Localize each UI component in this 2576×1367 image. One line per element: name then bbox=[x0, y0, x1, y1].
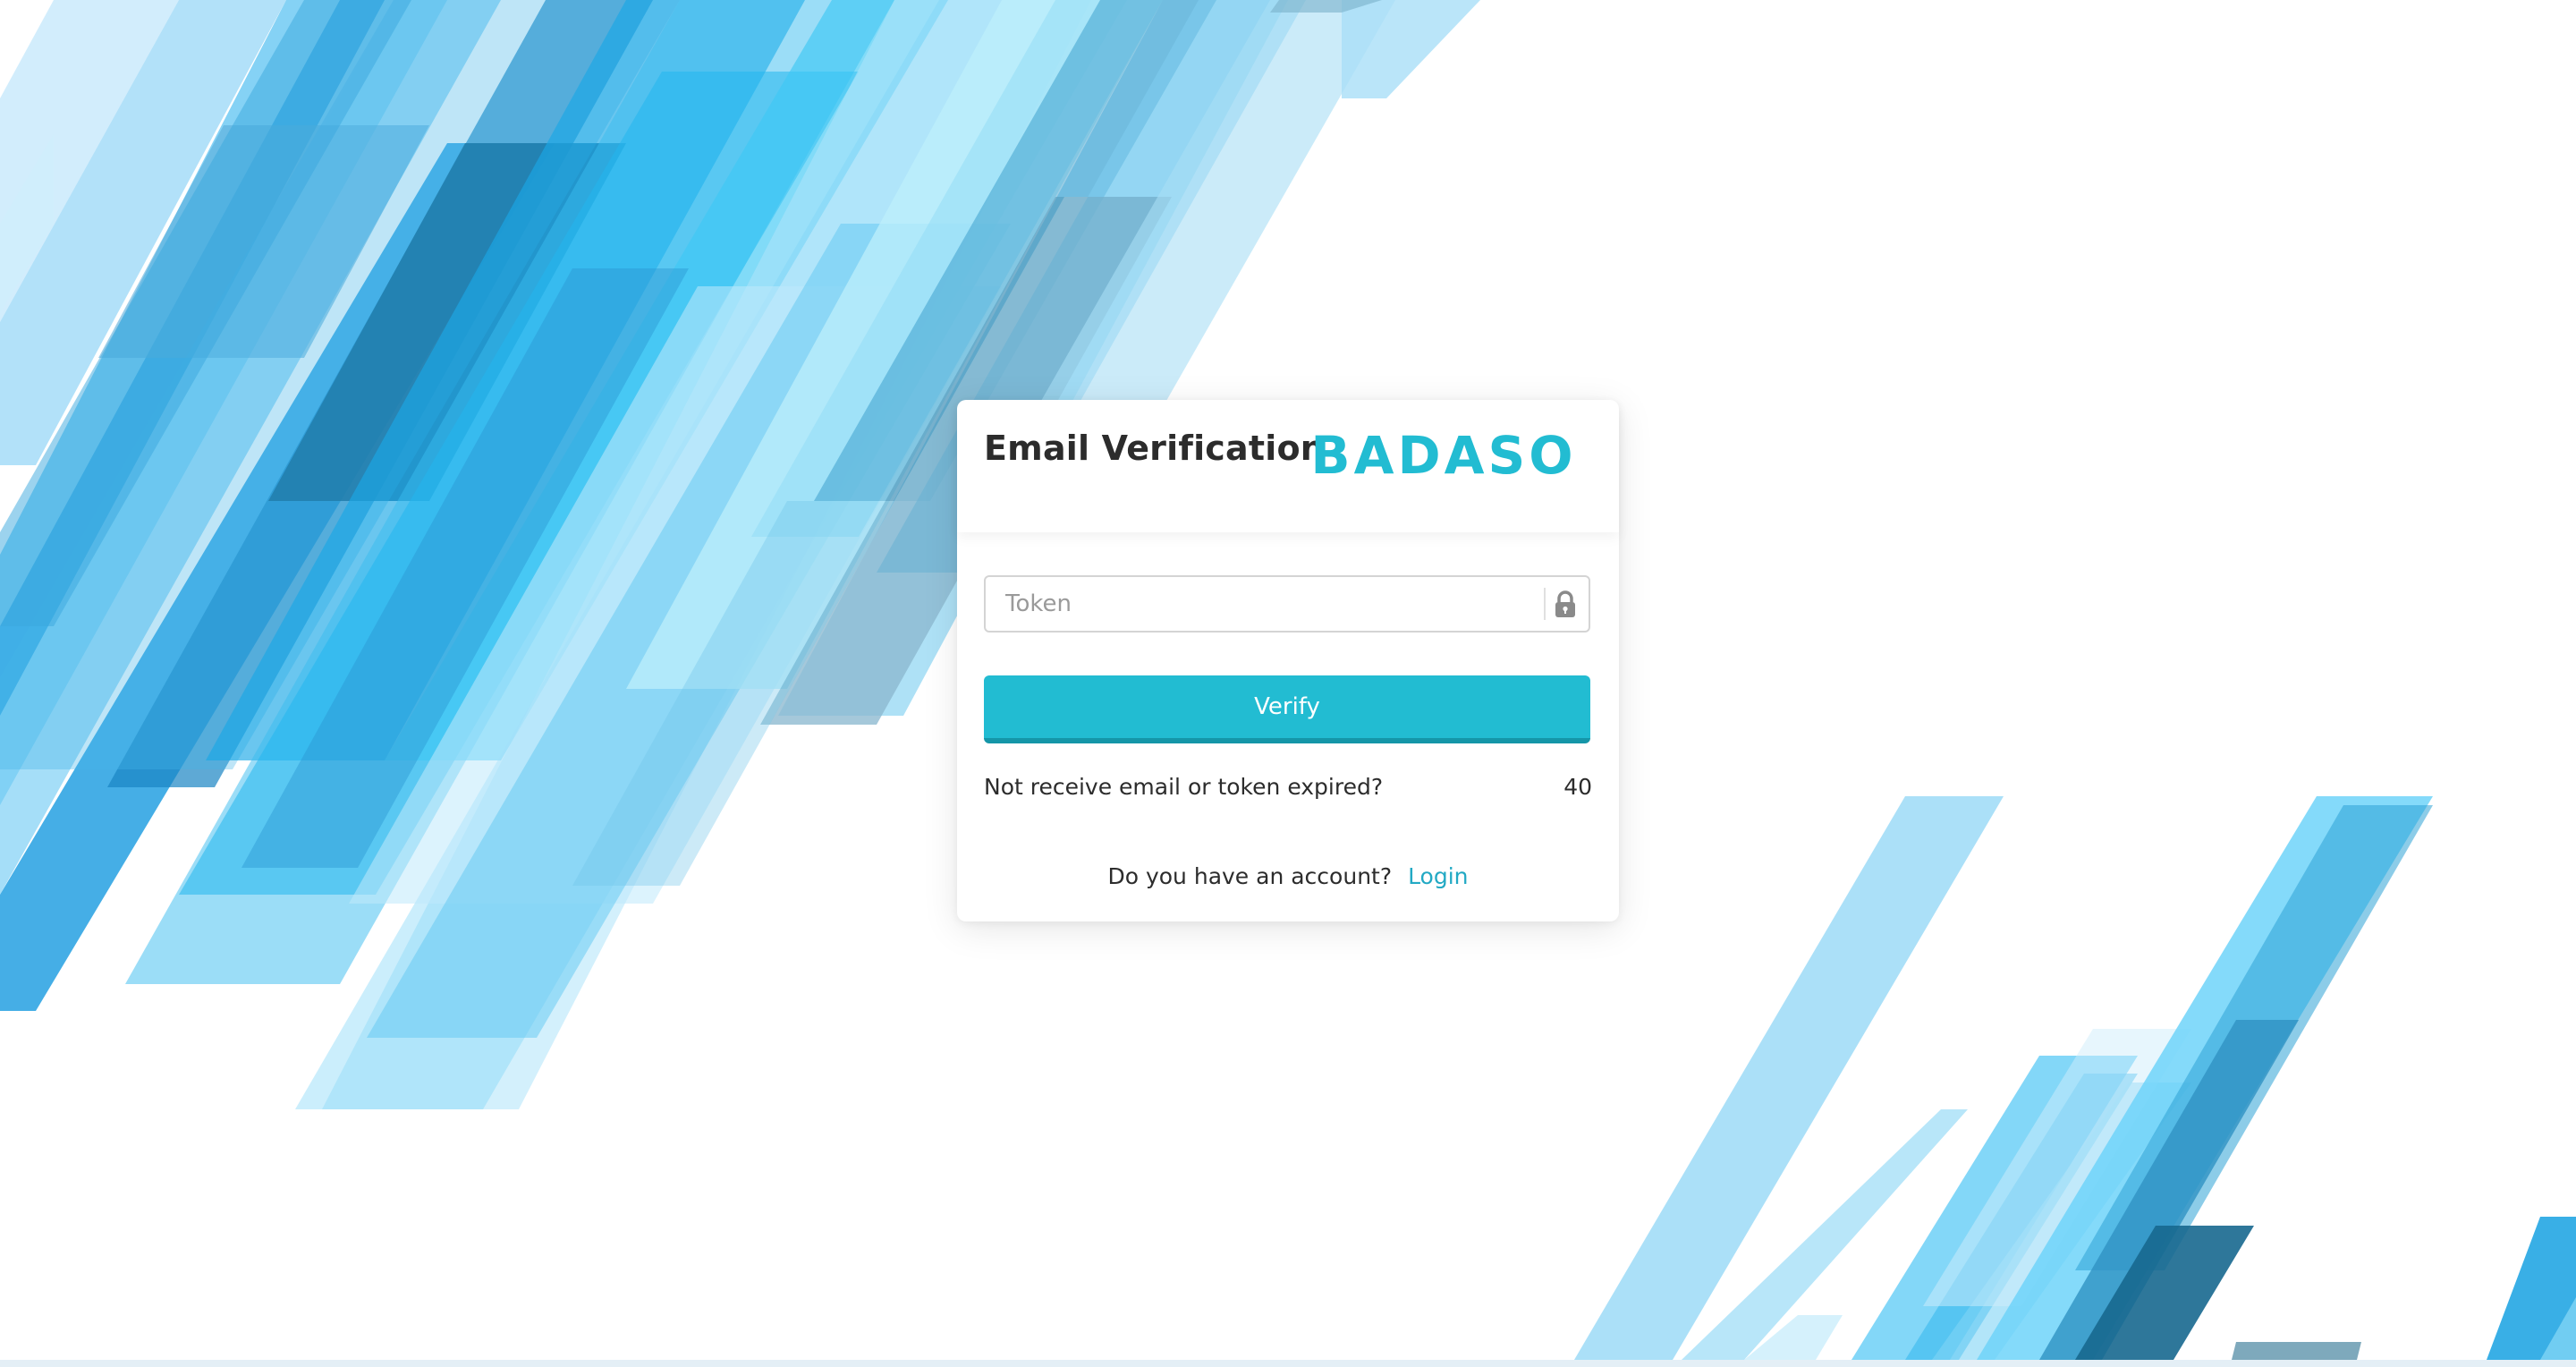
account-row: Do you have an account? Login bbox=[957, 863, 1619, 889]
resend-prompt: Not receive email or token expired? bbox=[984, 774, 1384, 800]
token-field bbox=[984, 575, 1590, 633]
verification-card: Email Verification BADASO Verify Not rec… bbox=[957, 400, 1619, 921]
resend-countdown: 40 bbox=[1563, 774, 1592, 800]
field-divider bbox=[1544, 588, 1546, 620]
bottom-strip bbox=[0, 1360, 2576, 1367]
login-page: Email Verification BADASO Verify Not rec… bbox=[0, 0, 2576, 1367]
account-prompt: Do you have an account? bbox=[1107, 863, 1393, 889]
card-header: Email Verification BADASO bbox=[957, 400, 1619, 532]
token-input[interactable] bbox=[987, 579, 1524, 629]
lock-icon bbox=[1555, 590, 1575, 617]
brand-logo-text: BADASO bbox=[1310, 425, 1576, 484]
brand-logo: BADASO bbox=[1310, 425, 1576, 484]
verify-button[interactable]: Verify bbox=[984, 675, 1590, 743]
page-title: Email Verification bbox=[984, 429, 1326, 468]
login-link[interactable]: Login bbox=[1408, 863, 1468, 889]
